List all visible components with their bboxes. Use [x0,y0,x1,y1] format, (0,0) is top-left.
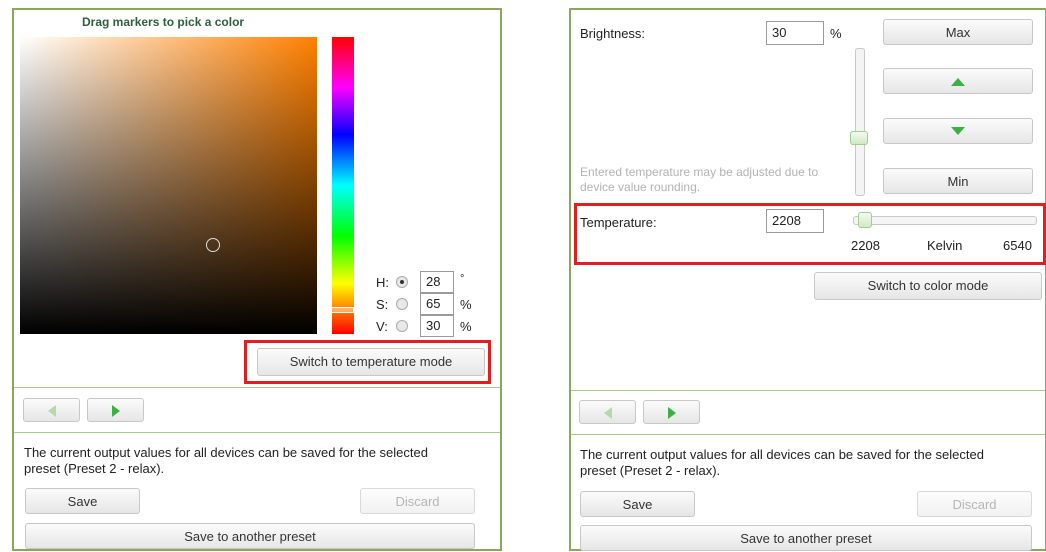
save-message: The current output values for all device… [580,447,984,478]
arrow-left-icon [47,405,56,417]
temperature-input[interactable]: 2208 [766,209,824,233]
brightness-slider[interactable] [850,48,868,196]
next-button[interactable] [643,400,700,424]
switch-to-temperature-button[interactable]: Switch to temperature mode [257,348,485,376]
brightness-up-button[interactable] [883,68,1033,94]
min-button[interactable]: Min [883,168,1033,194]
hue-marker[interactable] [330,307,354,313]
save-button[interactable]: Save [580,491,695,517]
switch-to-color-button[interactable]: Switch to color mode [814,272,1042,300]
arrow-right-icon [111,405,120,417]
save-to-another-preset-button[interactable]: Save to another preset [25,523,475,549]
brightness-input[interactable]: 30 [766,21,824,45]
color-picker-title: Drag markers to pick a color [82,15,245,29]
value-unit: % [460,319,472,334]
temperature-slider[interactable] [853,212,1037,228]
prev-button[interactable] [579,400,636,424]
value-label: V: [376,319,388,334]
saturation-label: S: [376,297,389,312]
temperature-mode-panel: Brightness: 30 % Max Min Entered tempera… [569,8,1046,551]
temperature-slider-handle[interactable] [858,212,872,228]
rounding-note: Entered temperature may be adjusted due … [580,165,819,194]
divider [14,387,500,388]
hue-radio[interactable] [396,276,408,288]
discard-button[interactable]: Discard [360,488,475,514]
temperature-max-label: 6540 [1003,238,1032,253]
saturation-unit: % [460,297,472,312]
max-button[interactable]: Max [883,19,1033,45]
brightness-unit: % [830,26,842,41]
divider [571,390,1045,391]
triangle-up-icon [951,78,965,86]
value-input[interactable]: 30 [420,315,454,337]
hue-slider[interactable] [330,37,354,334]
saturation-input[interactable]: 65 [420,293,454,315]
saturation-value-area[interactable] [20,37,317,334]
brightness-label: Brightness: [580,26,646,41]
discard-button[interactable]: Discard [917,491,1032,517]
brightness-slider-handle[interactable] [850,131,868,145]
hue-unit: ° [460,273,465,285]
hue-label: H: [376,275,389,290]
next-button[interactable] [87,398,144,422]
brightness-down-button[interactable] [883,118,1033,144]
temperature-label: Temperature: [580,215,657,230]
arrow-right-icon [667,407,676,419]
divider [14,432,500,433]
prev-button[interactable] [23,398,80,422]
divider [571,434,1045,435]
saturation-radio[interactable] [396,298,408,310]
color-marker[interactable] [206,238,220,252]
temperature-min-label: 2208 [851,238,880,253]
color-mode-panel: Drag markers to pick a color H: 28 ° S: … [12,8,502,551]
hue-input[interactable]: 28 [420,271,454,293]
save-to-another-preset-button[interactable]: Save to another preset [580,525,1032,551]
triangle-down-icon [951,127,965,135]
save-button[interactable]: Save [25,488,140,514]
temperature-unit-label: Kelvin [927,238,963,253]
save-message: The current output values for all device… [24,445,428,476]
arrow-left-icon [603,407,612,419]
value-radio[interactable] [396,320,408,332]
